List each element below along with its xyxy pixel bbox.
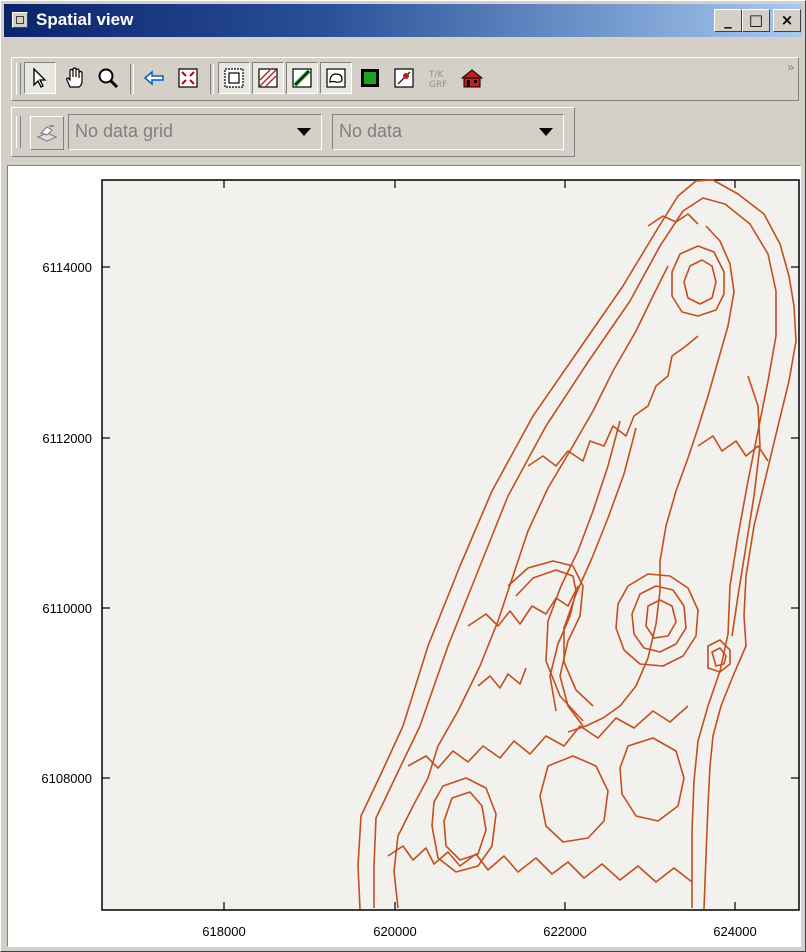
minimize-button[interactable]: _ — [714, 9, 742, 32]
label-tool-button[interactable]: T/K GRF — [422, 62, 454, 94]
data-grid-select-value: No data grid — [75, 121, 174, 141]
layer-green-grid-icon — [361, 69, 379, 87]
layer-contour-button[interactable] — [320, 62, 352, 94]
chevron-down-icon — [539, 128, 553, 136]
layer-hatch-icon — [258, 68, 278, 88]
chevron-down-icon — [297, 128, 311, 136]
data-toolbar: No data grid No data — [11, 107, 575, 157]
layer-green-grid-button[interactable] — [354, 62, 386, 94]
back-button[interactable] — [138, 62, 170, 94]
label-tool-icon: T/KGRF — [428, 70, 447, 90]
x-tick-label: 622000 — [543, 924, 586, 939]
map-canvas[interactable]: 618000 620000 622000 624000 6114000 6112… — [7, 165, 801, 947]
back-arrow-icon — [143, 70, 164, 86]
data-layer-icon — [36, 125, 58, 142]
toolbar-overflow-chevron[interactable]: » — [787, 60, 794, 74]
layer-hatch-button[interactable] — [252, 62, 284, 94]
spatial-view-window: Spatial view _ □ × T/K GRF » No data gri… — [0, 0, 806, 952]
house-icon — [460, 69, 484, 88]
maximize-button[interactable]: □ — [742, 9, 770, 32]
layer-point-icon — [394, 68, 414, 88]
window-icon[interactable] — [12, 12, 28, 28]
pan-hand-icon — [66, 67, 83, 88]
title-bar[interactable]: Spatial view _ □ × — [4, 4, 802, 37]
house-button[interactable] — [456, 62, 488, 94]
layer-frame-icon — [224, 68, 244, 88]
select-arrow-icon — [33, 67, 47, 88]
y-tick-label: 6110000 — [42, 601, 92, 616]
x-tick-label: 618000 — [202, 924, 245, 939]
data-select-value: No data — [339, 121, 403, 141]
zoom-extent-button[interactable] — [172, 62, 204, 94]
data-layer-button[interactable] — [30, 116, 64, 150]
select-tool-button[interactable] — [24, 62, 56, 94]
zoom-magnifier-icon — [98, 68, 119, 89]
y-tick-label: 6108000 — [41, 771, 92, 786]
close-button[interactable]: × — [773, 9, 801, 32]
x-tick-label: 624000 — [713, 924, 756, 939]
svg-text:T/K: T/K — [428, 70, 445, 80]
main-toolbar: T/K GRF » — [11, 57, 799, 101]
zoom-extent-icon — [178, 68, 198, 88]
y-tick-label: 6112000 — [42, 431, 92, 446]
pan-tool-button[interactable] — [58, 62, 90, 94]
svg-text:GRF: GRF — [429, 80, 447, 90]
layer-stripe-button[interactable] — [286, 62, 318, 94]
zoom-tool-button[interactable] — [92, 62, 124, 94]
window-title: Spatial view — [36, 10, 134, 29]
layer-point-button[interactable] — [388, 62, 420, 94]
data-select[interactable]: No data — [332, 114, 564, 150]
toolbar-grip[interactable] — [16, 116, 21, 148]
layer-frame-button[interactable] — [218, 62, 250, 94]
layer-contour-icon — [326, 68, 346, 88]
data-grid-select[interactable]: No data grid — [68, 114, 322, 150]
toolbar-grip[interactable] — [16, 63, 21, 95]
x-tick-label: 620000 — [373, 924, 416, 939]
map-svg[interactable]: 618000 620000 622000 624000 6114000 6112… — [8, 166, 800, 946]
layer-stripe-icon — [292, 68, 312, 88]
y-tick-label: 6114000 — [42, 260, 92, 275]
